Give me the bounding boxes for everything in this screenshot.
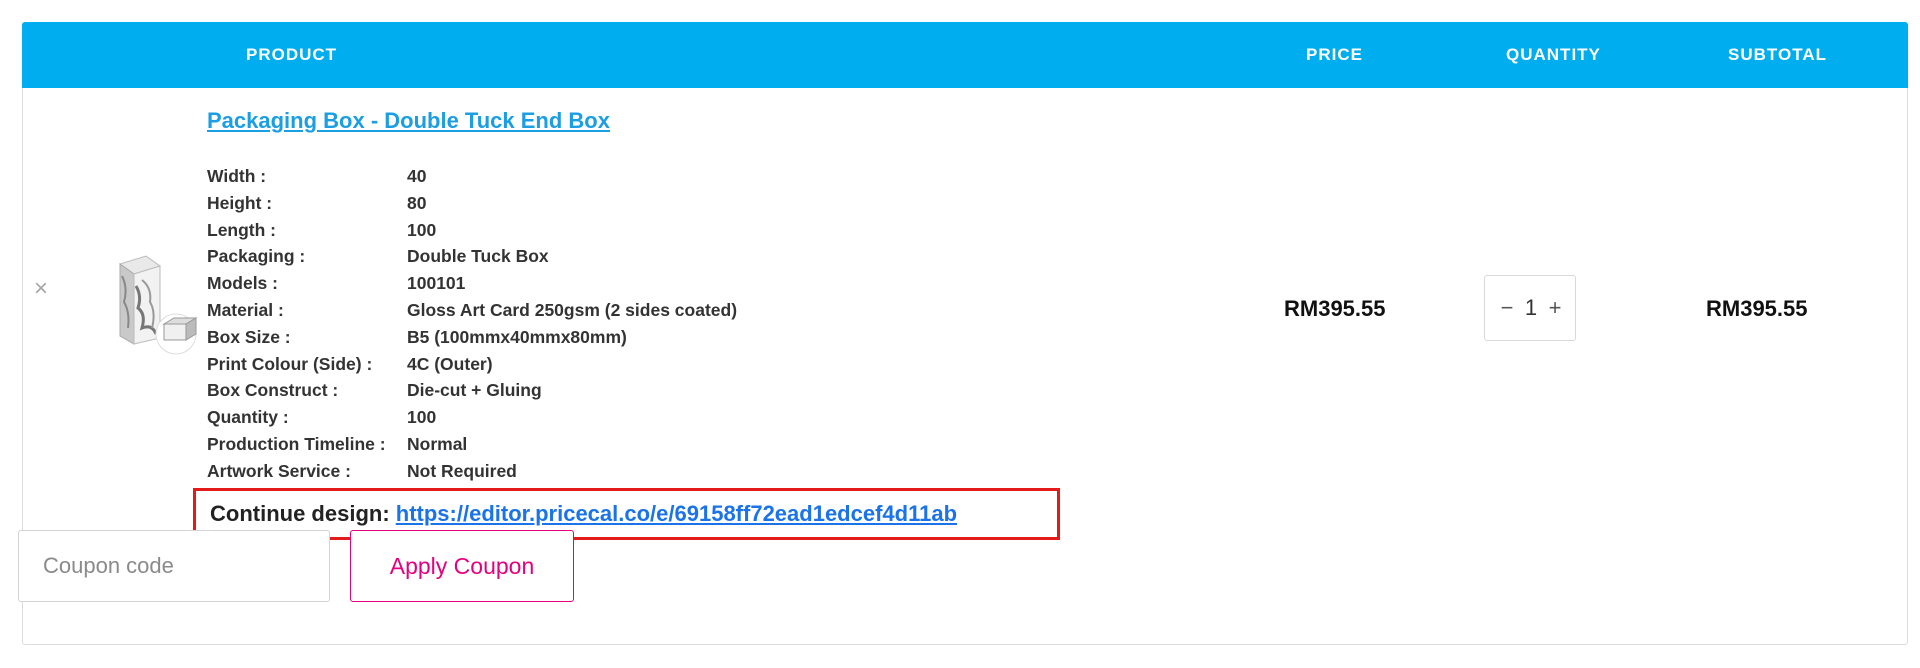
spec-row: Width : 40 xyxy=(207,163,737,190)
remove-item-button[interactable]: × xyxy=(34,277,48,301)
spec-value: Normal xyxy=(407,433,468,454)
header-product: PRODUCT xyxy=(246,45,338,64)
spec-row: Artwork Service : Not Required xyxy=(207,458,737,485)
quantity-decrease-button[interactable]: − xyxy=(1499,276,1515,340)
cart-header: PRODUCT PRICE QUANTITY SUBTOTAL xyxy=(22,22,1908,88)
spec-value: Double Tuck Box xyxy=(407,246,549,267)
box-icon xyxy=(118,255,198,355)
spec-row: Length : 100 xyxy=(207,217,737,244)
product-specs: Width : 40 Height : 80 Length : 100 Packagi… xyxy=(207,163,737,485)
quantity-increase-button[interactable]: + xyxy=(1547,276,1563,340)
spec-value: 40 xyxy=(407,166,427,186)
spec-label: Artwork Service : xyxy=(207,460,351,481)
header-subtotal: SUBTOTAL xyxy=(1728,45,1827,64)
spec-value: Not Required xyxy=(407,460,517,481)
spec-row: Packaging : Double Tuck Box xyxy=(207,243,737,270)
spec-value: B5 (100mmx40mmx80mm) xyxy=(407,326,627,347)
product-title-link[interactable]: Packaging Box - Double Tuck End Box xyxy=(207,108,610,134)
spec-label: Width : xyxy=(207,166,267,186)
spec-row: Box Size : B5 (100mmx40mmx80mm) xyxy=(207,324,737,351)
spec-value: Gloss Art Card 250gsm (2 sides coated) xyxy=(407,299,738,320)
spec-label: Material : xyxy=(207,299,284,320)
spec-value: 100101 xyxy=(407,273,466,294)
quantity-input[interactable]: 1 xyxy=(1517,276,1545,340)
spec-value: 100 xyxy=(407,407,437,428)
spec-row: Material : Gloss Art Card 250gsm (2 sides… xyxy=(207,297,737,324)
spec-row: Height : 80 xyxy=(207,190,737,217)
spec-row: Production Timeline : Normal xyxy=(207,431,737,458)
spec-label: Production Timeline : xyxy=(207,433,386,454)
header-quantity: QUANTITY xyxy=(1506,45,1601,64)
spec-label: Box Construct : xyxy=(207,380,339,401)
spec-label: Quantity : xyxy=(207,407,289,428)
spec-label: Models : xyxy=(207,273,278,294)
header-price: PRICE xyxy=(1306,45,1363,64)
quantity-stepper: − 1 + xyxy=(1484,275,1576,341)
spec-value: Die-cut + Gluing xyxy=(407,380,542,401)
spec-label: Packaging : xyxy=(207,246,306,267)
spec-value: 100 xyxy=(407,219,437,240)
spec-row: Models : 100101 xyxy=(207,270,737,297)
item-price: RM395.55 xyxy=(1284,296,1386,321)
product-thumbnail[interactable] xyxy=(98,246,208,356)
spec-label: Print Colour (Side) : xyxy=(207,353,373,374)
item-subtotal: RM395.55 xyxy=(1706,296,1808,321)
spec-value: 4C (Outer) xyxy=(407,353,493,374)
apply-coupon-button[interactable]: Apply Coupon xyxy=(350,530,574,602)
coupon-code-input[interactable] xyxy=(18,530,330,602)
spec-row: Print Colour (Side) : 4C (Outer) xyxy=(207,351,737,378)
spec-row: Quantity : 100 xyxy=(207,404,737,431)
spec-label: Height : xyxy=(207,192,273,213)
spec-label: Box Size : xyxy=(207,326,291,347)
continue-design-label: Continue design: xyxy=(210,501,396,526)
spec-row: Box Construct : Die-cut + Gluing xyxy=(207,377,737,404)
spec-value: 80 xyxy=(407,192,427,213)
spec-label: Length : xyxy=(207,219,277,240)
continue-design-link[interactable]: https://editor.pricecal.co/e/69158ff72ea… xyxy=(396,501,957,526)
